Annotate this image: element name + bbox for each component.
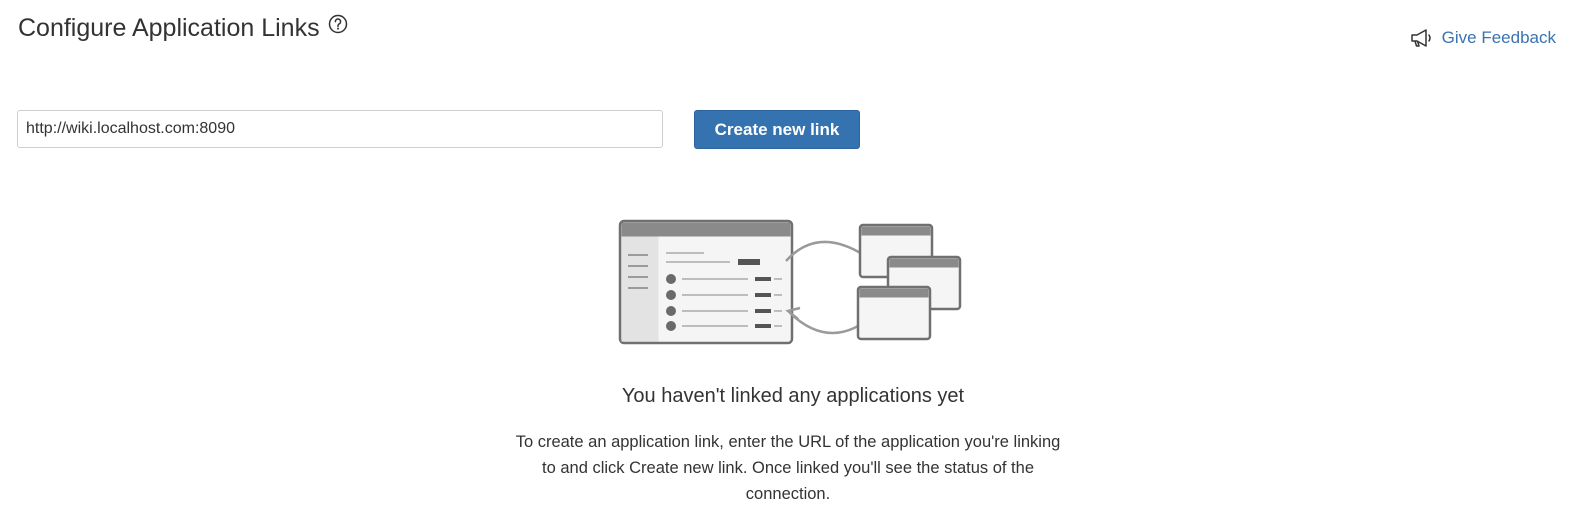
megaphone-icon xyxy=(1410,28,1434,48)
page-header: Configure Application Links xyxy=(18,14,348,43)
page-title: Configure Application Links xyxy=(18,14,320,42)
give-feedback-label: Give Feedback xyxy=(1441,28,1556,47)
application-url-input[interactable] xyxy=(17,110,663,148)
question-circle-icon[interactable] xyxy=(328,14,348,34)
give-feedback-link[interactable]: Give Feedback xyxy=(1410,28,1556,48)
create-new-link-button[interactable]: Create new link xyxy=(694,110,860,149)
empty-state-description: To create an application link, enter the… xyxy=(515,433,1061,503)
linked-applications-illustration xyxy=(618,219,962,345)
empty-state-heading: You haven't linked any applications yet xyxy=(621,385,965,407)
